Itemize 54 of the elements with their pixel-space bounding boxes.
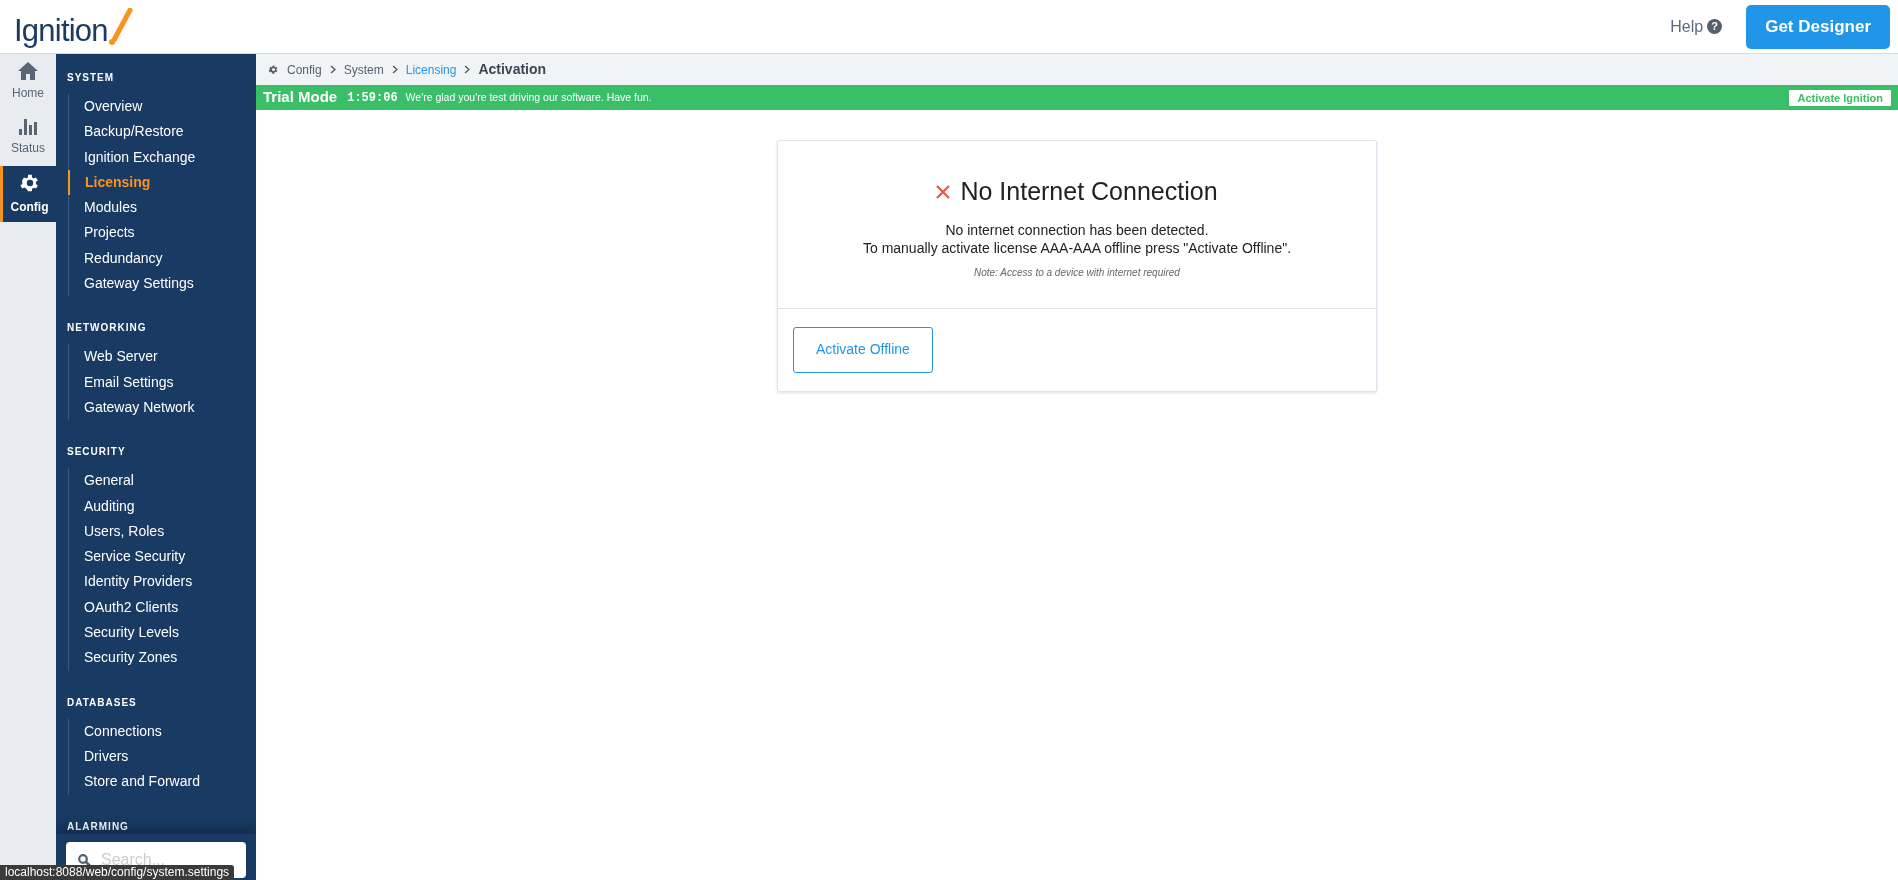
rail-tab[interactable]: Status: [0, 110, 56, 166]
nav-item[interactable]: Redundancy: [69, 245, 256, 272]
nav-section-heading: DATABASES: [66, 695, 138, 710]
rail-tab[interactable]: Config: [0, 166, 56, 222]
chevron-right-icon: [464, 65, 471, 74]
card-message: To manually activate license AAA-AAA offline press "Activate Offline".: [862, 238, 1292, 257]
help-icon[interactable]: ?: [1707, 19, 1723, 34]
nav-item[interactable]: General: [69, 468, 256, 494]
nav-item[interactable]: OAuth2 Clients: [69, 594, 256, 621]
breadcrumb-current: Activation: [478, 60, 547, 79]
home-icon: [18, 62, 38, 80]
chevron-right-icon: [391, 65, 398, 74]
nav-item[interactable]: Identity Providers: [69, 569, 256, 595]
card-title: No Internet Connection: [960, 176, 1218, 207]
search-icon: [78, 854, 91, 867]
settings-icon: [18, 172, 41, 194]
nav-item[interactable]: Store and Forward: [69, 769, 256, 795]
logo-wordmark: Ignition: [14, 14, 108, 46]
nav-item[interactable]: Ignition Exchange: [69, 144, 256, 170]
nav-item[interactable]: Overview: [69, 94, 256, 120]
nav-item[interactable]: Licensing: [68, 169, 256, 196]
nav-item[interactable]: Auditing: [69, 493, 256, 519]
error-x-icon: [936, 184, 951, 199]
nav-section-heading: SYSTEM: [66, 71, 116, 85]
rail-tab[interactable]: Home: [0, 54, 56, 110]
nav-item[interactable]: Security Zones: [69, 645, 256, 671]
nav-item[interactable]: Users, Roles: [69, 518, 256, 545]
bar-chart-icon: [19, 119, 37, 135]
nav-item[interactable]: Web Server: [69, 344, 256, 370]
trial-message: We're glad you're test driving our software. Have fun.: [405, 89, 652, 105]
help-link[interactable]: Help: [1670, 14, 1704, 39]
nav-item[interactable]: Gateway Settings: [69, 271, 256, 297]
trial-mode-label: Trial Mode: [263, 87, 338, 108]
nav-section-heading: NETWORKING: [66, 321, 148, 336]
nav-item[interactable]: Gateway Network: [69, 394, 256, 421]
nav-item[interactable]: Drivers: [69, 743, 256, 770]
status-url-tooltip: localhost:8088/web/config/system.settings: [0, 865, 235, 880]
card-note: Note: Access to a device with internet required: [974, 265, 1180, 280]
nav-item[interactable]: Email Settings: [69, 369, 256, 395]
nav-item[interactable]: Service Security: [69, 544, 256, 570]
chevron-right-icon: [329, 65, 336, 74]
settings-icon: [268, 64, 279, 75]
nav-item[interactable]: Projects: [69, 220, 256, 246]
card-message: No internet connection has been detected.: [945, 220, 1209, 239]
breadcrumb-link[interactable]: Config: [287, 60, 322, 79]
nav-item[interactable]: Backup/Restore: [69, 119, 256, 145]
nav-section-heading: SECURITY: [66, 445, 127, 460]
nav-section-heading: ALARMING: [66, 819, 130, 834]
breadcrumb-link[interactable]: System: [343, 60, 384, 79]
logo-mark-icon: [107, 7, 134, 46]
nav-item[interactable]: Modules: [69, 195, 256, 221]
nav-item[interactable]: Security Levels: [69, 620, 256, 646]
nav-item[interactable]: Connections: [69, 718, 256, 744]
trial-timer: 1:59:06: [347, 89, 398, 107]
